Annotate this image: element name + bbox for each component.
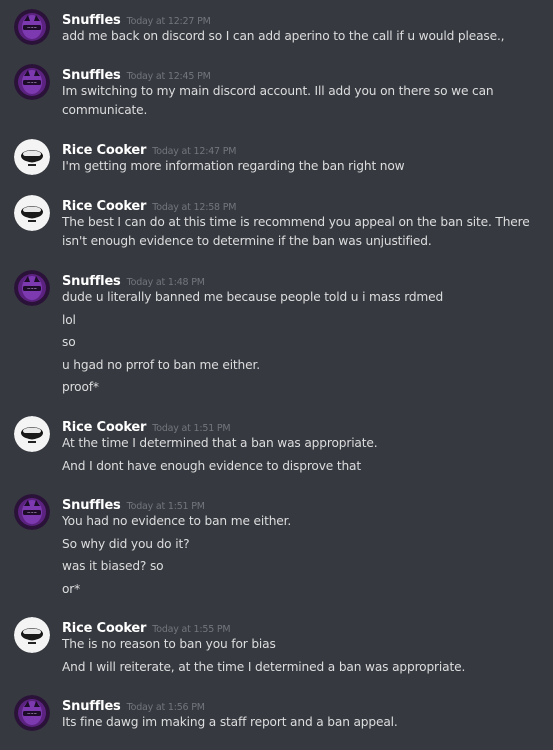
timestamp: Today at 12:27 PM bbox=[126, 16, 211, 27]
timestamp: Today at 1:55 PM bbox=[152, 624, 231, 635]
message-header: Snuffles Today at 12:45 PM bbox=[62, 64, 211, 84]
timestamp: Today at 1:48 PM bbox=[126, 277, 205, 288]
timestamp: Today at 1:56 PM bbox=[126, 702, 205, 713]
message-text: At the time I determined that a ban was … bbox=[62, 436, 378, 450]
timestamp: Today at 12:45 PM bbox=[126, 71, 211, 82]
username[interactable]: Snuffles bbox=[62, 699, 121, 714]
avatar[interactable]: ~~~ bbox=[14, 9, 50, 45]
message-text: so bbox=[62, 335, 76, 349]
svg-text:~~~: ~~~ bbox=[27, 25, 37, 30]
username[interactable]: Rice Cooker bbox=[62, 621, 146, 636]
timestamp: Today at 12:58 PM bbox=[152, 202, 237, 213]
message-text: The is no reason to ban you for bias bbox=[62, 637, 276, 651]
message-text: was it biased? so bbox=[62, 559, 164, 573]
message-text: add me back on discord so I can add aper… bbox=[62, 29, 505, 43]
message-text: I'm getting more information regarding t… bbox=[62, 159, 405, 173]
timestamp: Today at 1:51 PM bbox=[152, 423, 231, 434]
message-text: The best I can do at this time is recomm… bbox=[62, 215, 530, 248]
message-header: Rice Cooker Today at 1:55 PM bbox=[62, 617, 231, 637]
timestamp: Today at 1:51 PM bbox=[126, 501, 205, 512]
message-text: or* bbox=[62, 582, 81, 596]
message-header: Snuffles Today at 1:56 PM bbox=[62, 695, 205, 715]
username[interactable]: Rice Cooker bbox=[62, 420, 146, 435]
username[interactable]: Rice Cooker bbox=[62, 199, 146, 214]
message-header: Snuffles Today at 1:51 PM bbox=[62, 494, 205, 514]
username[interactable]: Snuffles bbox=[62, 13, 121, 28]
svg-text:~~~: ~~~ bbox=[27, 80, 37, 85]
message-text: dude u literally banned me because peopl… bbox=[62, 290, 444, 304]
avatar[interactable] bbox=[14, 139, 50, 175]
message-text: u hgad no prrof to ban me either. bbox=[62, 358, 260, 372]
svg-text:~~~: ~~~ bbox=[27, 510, 37, 515]
timestamp: Today at 12:47 PM bbox=[152, 146, 237, 157]
message-text: proof* bbox=[62, 380, 99, 394]
message-header: Rice Cooker Today at 1:51 PM bbox=[62, 416, 231, 436]
message-text: Its fine dawg im making a staff report a… bbox=[62, 715, 398, 729]
svg-text:~~~: ~~~ bbox=[27, 286, 37, 291]
avatar[interactable] bbox=[14, 195, 50, 231]
avatar[interactable]: ~~~ bbox=[14, 64, 50, 100]
message-header: Snuffles Today at 1:48 PM bbox=[62, 270, 205, 290]
message-header: Rice Cooker Today at 12:47 PM bbox=[62, 139, 236, 159]
message-text: So why did you do it? bbox=[62, 537, 190, 551]
message-text: And I will reiterate, at the time I dete… bbox=[62, 660, 466, 674]
message-text: And I dont have enough evidence to dispr… bbox=[62, 459, 362, 473]
avatar[interactable] bbox=[14, 617, 50, 653]
chat-log: ~~~ Snuffles Today at 12:27 PM add me bac… bbox=[0, 0, 553, 750]
message-text: Im switching to my main discord account.… bbox=[62, 84, 494, 117]
svg-text:~~~: ~~~ bbox=[27, 711, 37, 716]
username[interactable]: Snuffles bbox=[62, 498, 121, 513]
message-text: You had no evidence to ban me either. bbox=[62, 514, 292, 528]
message-header: Snuffles Today at 12:27 PM bbox=[62, 9, 211, 29]
avatar[interactable]: ~~~ bbox=[14, 270, 50, 306]
username[interactable]: Snuffles bbox=[62, 68, 121, 83]
username[interactable]: Snuffles bbox=[62, 274, 121, 289]
avatar[interactable]: ~~~ bbox=[14, 494, 50, 530]
message-text: lol bbox=[62, 313, 76, 327]
avatar[interactable] bbox=[14, 416, 50, 452]
message-header: Rice Cooker Today at 12:58 PM bbox=[62, 195, 236, 215]
username[interactable]: Rice Cooker bbox=[62, 143, 146, 158]
avatar[interactable]: ~~~ bbox=[14, 695, 50, 731]
